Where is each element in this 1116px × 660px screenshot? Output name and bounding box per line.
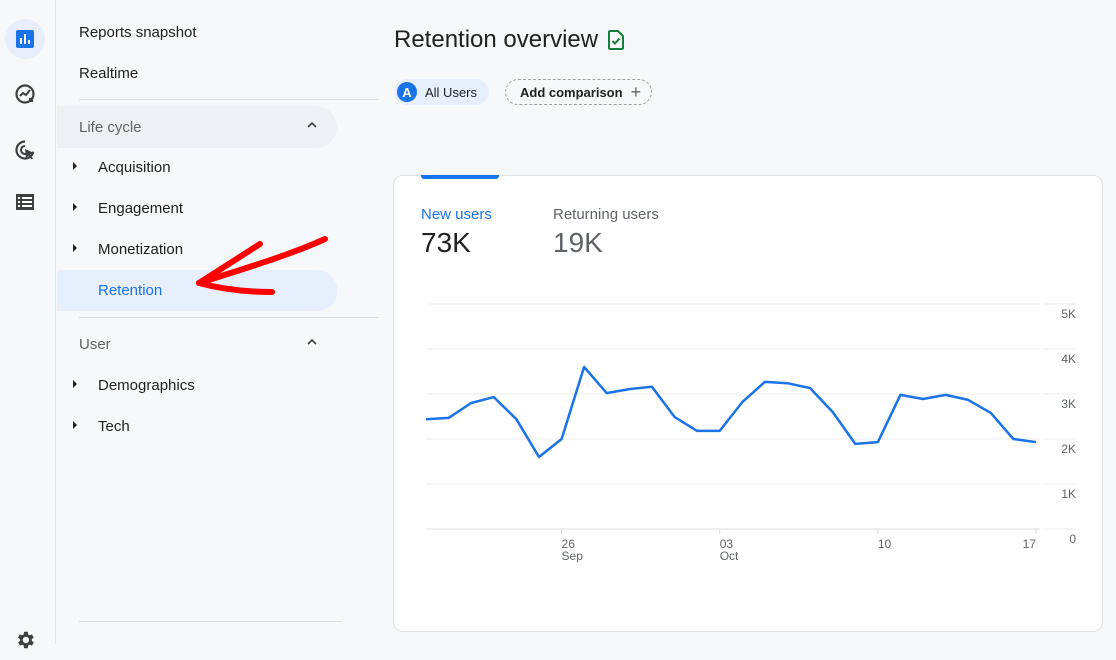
y-tick-label: 2K — [1061, 442, 1076, 456]
x-tick-label-month: Sep — [562, 549, 584, 563]
y-tick-label: 3K — [1061, 397, 1076, 411]
y-tick-label: 0 — [1069, 532, 1076, 546]
new-users-line-chart: 01K2K3K4K5K26Sep03Oct10 17 — [425, 303, 1076, 563]
x-tick-label-day: 17 — [1023, 537, 1037, 551]
y-tick-label: 5K — [1061, 307, 1076, 321]
x-tick-label-month: Oct — [720, 549, 739, 563]
series-line-new-users — [425, 365, 1037, 459]
x-tick-label-day: 10 — [878, 537, 892, 551]
y-tick-label: 4K — [1061, 352, 1076, 366]
y-tick-label: 1K — [1061, 487, 1076, 501]
